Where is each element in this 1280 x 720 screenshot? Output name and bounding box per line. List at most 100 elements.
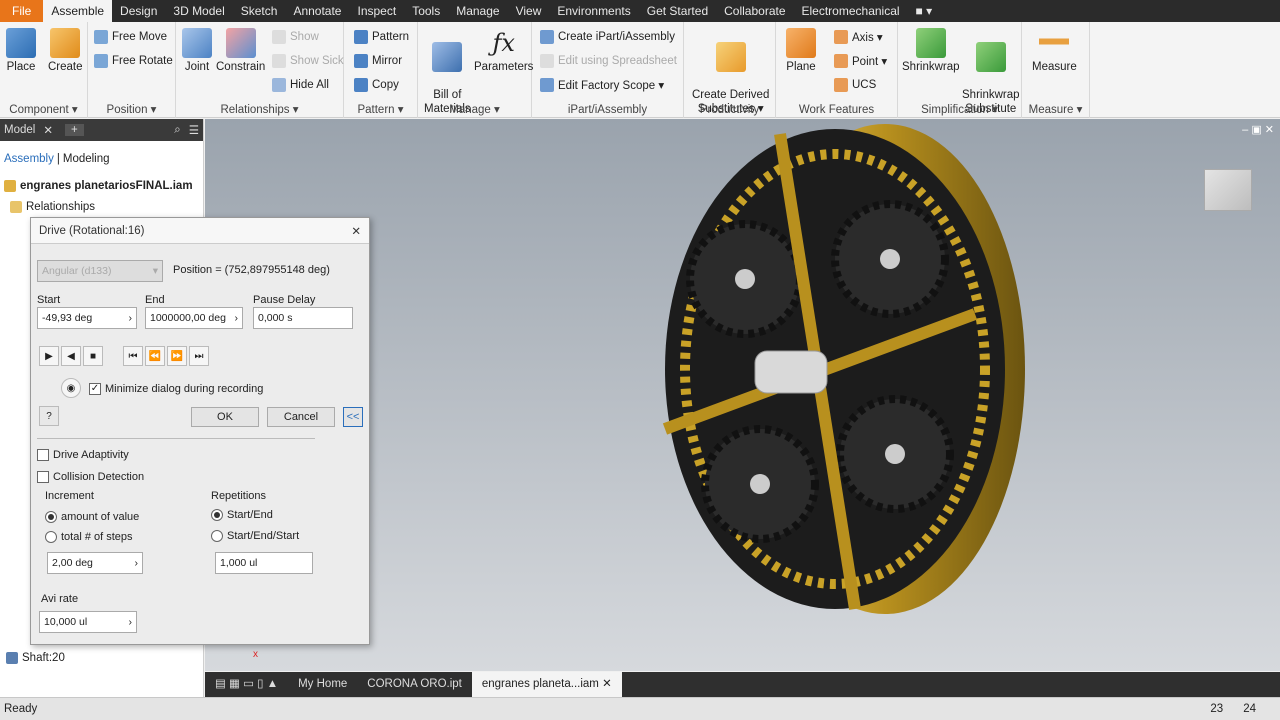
tree-item-relationships[interactable]: Relationships [10,201,95,213]
menu-electromechanical[interactable]: Electromechanical [794,0,908,22]
close-icon[interactable]: ✕ [43,123,53,137]
menu-3d-model[interactable]: 3D Model [165,0,232,22]
help-icon[interactable]: ? [39,406,59,426]
radio-unselected[interactable] [211,530,223,543]
checkbox-unchecked[interactable] [37,471,49,484]
joint-button[interactable]: Joint [182,28,212,74]
axis-button[interactable]: Axis ▾ [834,28,883,46]
plane-button[interactable]: Plane [786,28,816,74]
start-end-start-radio[interactable]: Start/End/Start [211,530,299,543]
menu-assemble[interactable]: Assemble [43,0,113,22]
free-move-button[interactable]: Free Move [94,28,167,46]
close-icon[interactable]: ✕ [351,224,361,238]
create-ipart-button[interactable]: Create iPart/iAssembly [540,28,675,46]
video-icon[interactable]: ■ ▾ [908,0,941,22]
step-back-button[interactable]: ⏪ [145,346,165,366]
play-reverse-button[interactable]: ◀ [61,346,81,366]
menu-icon[interactable]: ☰ [189,123,199,137]
menu-manage[interactable]: Manage [448,0,507,22]
copy-button[interactable]: Copy [354,76,399,94]
collision-detection-checkbox[interactable]: Collision Detection [37,471,144,484]
play-forward-button[interactable]: ▶ [39,346,59,366]
angular-select[interactable]: Angular (d133) ▾ [37,260,163,282]
record-icon[interactable]: ◉ [61,378,81,398]
search-icon[interactable]: ⌕ [174,124,180,137]
pause-input[interactable]: 0,000 s [253,307,353,329]
menu-tools[interactable]: Tools [404,0,448,22]
tab-engranes[interactable]: engranes planeta...iam ✕ [471,672,622,697]
menu-annotate[interactable]: Annotate [285,0,349,22]
constrain-button[interactable]: Constrain [216,28,265,74]
menu-inspect[interactable]: Inspect [349,0,404,22]
panel-manage-label[interactable]: Manage ▾ [418,102,531,116]
menu-file[interactable]: File [0,0,44,22]
repetitions-input[interactable]: 1,000 ul [215,552,313,574]
minimize-checkbox[interactable]: ✓ Minimize dialog during recording [89,383,263,396]
ok-button[interactable]: OK [191,407,259,427]
create-button[interactable]: Create [48,28,83,74]
window-controls[interactable]: – ▣ ✕ [1242,123,1274,136]
checkbox-checked[interactable]: ✓ [89,383,101,396]
panel-simplification-label[interactable]: Simplification ▾ [898,102,1021,116]
menu-collaborate[interactable]: Collaborate [716,0,793,22]
chevron-right-icon[interactable]: › [135,557,139,569]
goto-start-button[interactable]: ⏮ [123,346,143,366]
mode-modeling[interactable]: Modeling [63,153,110,165]
menu-view[interactable]: View [508,0,550,22]
point-button[interactable]: Point ▾ [834,52,887,70]
tree-root[interactable]: engranes planetariosFINAL.iam [4,180,193,192]
tile-icon[interactable]: ▤ ▦ ▭ ▯ ▲ [205,672,288,697]
panel-pattern-label[interactable]: Pattern ▾ [344,102,417,116]
step-forward-button[interactable]: ⏩ [167,346,187,366]
show-sick-button[interactable]: Show Sick [272,52,344,70]
browser-tab-model[interactable]: Model [4,124,35,136]
edit-factory-scope-button[interactable]: Edit Factory Scope ▾ [540,76,664,94]
drive-adaptivity-checkbox[interactable]: Drive Adaptivity [37,449,129,462]
start-input[interactable]: -49,93 deg › [37,307,137,329]
collapse-button[interactable]: << [343,407,363,427]
parameters-button[interactable]: ƒx Parameters [474,28,533,74]
free-rotate-button[interactable]: Free Rotate [94,52,173,70]
start-end-radio[interactable]: Start/End [211,509,273,522]
edit-spreadsheet-button[interactable]: Edit using Spreadsheet [540,52,677,70]
panel-component-label[interactable]: Component ▾ [0,102,87,116]
panel-position-label[interactable]: Position ▾ [88,102,175,116]
pattern-button[interactable]: Pattern [354,28,409,46]
radio-unselected[interactable] [45,531,57,544]
mode-assembly[interactable]: Assembly [4,153,54,165]
tree-item-shaft[interactable]: Shaft:20 [6,652,65,664]
goto-end-button[interactable]: ⏭ [189,346,209,366]
radio-selected[interactable] [211,509,223,522]
show-button[interactable]: Show [272,28,319,46]
place-button[interactable]: Place [6,28,36,74]
panel-measure-label[interactable]: Measure ▾ [1022,102,1089,116]
tab-corona-oro[interactable]: CORONA ORO.ipt [357,672,472,697]
increment-input[interactable]: 2,00 deg › [47,552,143,574]
menu-design[interactable]: Design [112,0,165,22]
menu-get-started[interactable]: Get Started [639,0,716,22]
cancel-button[interactable]: Cancel [267,407,335,427]
amount-radio[interactable]: amount of value [45,511,139,524]
measure-button[interactable]: Measure [1032,28,1077,74]
close-icon[interactable]: ✕ [602,678,612,690]
total-steps-radio[interactable]: total # of steps [45,531,133,544]
mirror-button[interactable]: Mirror [354,52,402,70]
add-tab-button[interactable]: + [64,124,84,136]
avi-rate-input[interactable]: 10,000 ul › [39,611,137,633]
hide-all-button[interactable]: Hide All [272,76,329,94]
create-derived-substitutes-button[interactable]: Create Derived Substitutes ▾ [692,28,769,116]
shrinkwrap-button[interactable]: Shrinkwrap [902,28,960,74]
ucs-button[interactable]: UCS [834,76,876,94]
checkbox-unchecked[interactable] [37,449,49,462]
chevron-right-icon[interactable]: › [129,616,133,628]
menu-environments[interactable]: Environments [549,0,638,22]
panel-relationships-label[interactable]: Relationships ▾ [176,102,343,116]
menu-sketch[interactable]: Sketch [233,0,286,22]
sun-shaft[interactable] [754,350,828,394]
chevron-right-icon[interactable]: › [129,312,133,324]
tab-my-home[interactable]: My Home [288,672,357,697]
chevron-right-icon[interactable]: › [235,312,239,324]
end-input[interactable]: 1000000,00 deg › [145,307,243,329]
view-cube[interactable] [1204,169,1252,211]
stop-button[interactable]: ■ [83,346,103,366]
